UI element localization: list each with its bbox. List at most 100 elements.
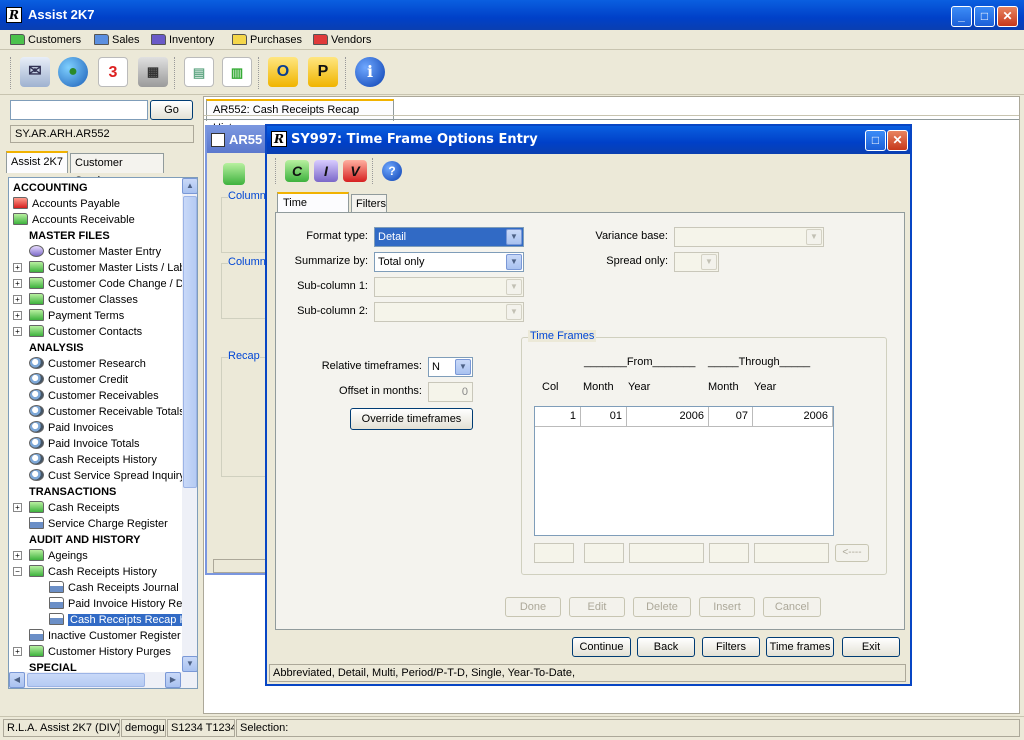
dialog-title-bar[interactable]: R SY997: Time Frame Options Entry □ ✕ <box>267 126 910 154</box>
tree-item[interactable]: Accounts Payable <box>13 196 120 212</box>
tree-item[interactable]: + Customer Classes <box>13 292 138 308</box>
format-type-select[interactable]: Detail ▼ <box>374 227 524 247</box>
dialog-maximize-button[interactable]: □ <box>865 130 886 151</box>
tree-item[interactable]: Accounts Receivable <box>13 212 135 228</box>
menu-inventory[interactable]: Inventory <box>149 32 214 48</box>
from-year-entry-input[interactable] <box>629 543 704 563</box>
expand-icon[interactable]: + <box>13 503 22 512</box>
from-month-entry-input[interactable] <box>584 543 624 563</box>
back-button[interactable]: Back <box>637 637 695 657</box>
tree-item[interactable]: Customer Receivable Totals <box>29 404 185 420</box>
search-input[interactable] <box>10 100 148 120</box>
tree-item[interactable]: Customer Master Entry <box>29 244 161 260</box>
expand-icon[interactable]: + <box>13 327 22 336</box>
continue-button[interactable]: Continue <box>572 637 631 657</box>
close-button[interactable]: ✕ <box>997 6 1018 27</box>
from-month-cell[interactable]: 01 <box>581 407 627 427</box>
exit-button[interactable]: Exit <box>842 637 900 657</box>
tree-item[interactable]: Paid Invoice History Rep <box>49 596 188 612</box>
globe-icon[interactable]: ● <box>58 57 88 87</box>
tree-item[interactable]: + Ageings <box>13 548 88 564</box>
tree-item[interactable]: Inactive Customer Register <box>29 628 181 644</box>
expand-icon[interactable]: + <box>13 279 22 288</box>
menu-customers[interactable]: Customers <box>8 32 81 48</box>
scroll-right-icon[interactable]: ▶ <box>165 672 181 688</box>
tree-item[interactable]: Paid Invoice Totals <box>29 436 140 452</box>
col-cell[interactable]: 1 <box>535 407 581 427</box>
tree-item[interactable]: Cash Receipts History <box>29 452 157 468</box>
variance-base-select[interactable]: ▼ <box>674 227 824 247</box>
report-icon[interactable]: ▥ <box>222 57 252 87</box>
tree-horizontal-scrollbar[interactable]: ◀ ▶ <box>9 672 197 688</box>
v-tool-icon[interactable]: V <box>343 160 367 182</box>
summarize-by-select[interactable]: Total only ▼ <box>374 252 524 272</box>
i-tool-icon[interactable]: I <box>314 160 338 182</box>
tab-ar552[interactable]: AR552: Cash Receipts Recap History <box>206 99 394 134</box>
tree-item[interactable]: Customer Research <box>29 356 146 372</box>
collapse-icon[interactable]: − <box>13 567 22 576</box>
thru-year-entry-input[interactable] <box>754 543 829 563</box>
go-button[interactable]: Go <box>150 100 193 120</box>
edit-button[interactable]: Edit <box>569 597 625 617</box>
expand-icon[interactable]: + <box>13 551 22 560</box>
scroll-up-icon[interactable]: ▲ <box>182 178 197 194</box>
expand-icon[interactable]: + <box>13 647 22 656</box>
tree-item[interactable]: + Payment Terms <box>13 308 124 324</box>
time-frames-button[interactable]: Time frames <box>766 637 834 657</box>
filters-button[interactable]: Filters <box>702 637 760 657</box>
timeframes-table[interactable]: 1 01 2006 07 2006 <box>534 406 834 536</box>
tree-item[interactable]: + Customer History Purges <box>13 644 171 660</box>
calculator-icon[interactable]: ▦ <box>138 57 168 87</box>
arrow-left-button[interactable]: <---- <box>835 544 869 562</box>
insert-button[interactable]: Insert <box>699 597 755 617</box>
menu-vendors[interactable]: Vendors <box>311 32 371 48</box>
tree-item[interactable]: − Cash Receipts History <box>13 564 157 580</box>
mail-icon[interactable]: ✉ <box>20 57 50 87</box>
tree-vertical-scrollbar[interactable]: ▲ ▼ <box>182 178 197 672</box>
delete-button[interactable]: Delete <box>633 597 691 617</box>
tree-item[interactable]: Cash Receipts Journal <box>49 580 179 596</box>
sub-column-2-select[interactable]: ▼ <box>374 302 524 322</box>
tree-item[interactable]: + Customer Master Lists / Lab <box>13 260 186 276</box>
tree-item[interactable]: + Customer Contacts <box>13 324 142 340</box>
expand-icon[interactable]: + <box>13 311 22 320</box>
help-icon[interactable]: ? <box>382 161 402 181</box>
cancel-row-button[interactable]: Cancel <box>763 597 821 617</box>
tree-item[interactable]: + Cash Receipts <box>13 500 120 516</box>
expand-icon[interactable]: + <box>13 295 22 304</box>
c-tool-icon[interactable]: C <box>285 160 309 182</box>
calendar-icon[interactable]: 3 <box>98 57 128 87</box>
hscroll-thumb[interactable] <box>27 673 145 687</box>
tree-item[interactable]: Customer Receivables <box>29 388 159 404</box>
maximize-button[interactable]: □ <box>974 6 995 27</box>
done-button[interactable]: Done <box>505 597 561 617</box>
expand-icon[interactable]: + <box>13 263 22 272</box>
scroll-left-icon[interactable]: ◀ <box>9 672 25 688</box>
tab-filters[interactable]: Filters <box>351 194 387 214</box>
col-entry-input[interactable] <box>534 543 574 563</box>
thru-month-cell[interactable]: 07 <box>709 407 753 427</box>
menu-sales[interactable]: Sales <box>92 32 140 48</box>
from-year-cell[interactable]: 2006 <box>627 407 709 427</box>
menu-purchases[interactable]: Purchases <box>230 32 302 48</box>
minimize-button[interactable]: _ <box>951 6 972 27</box>
thru-month-entry-input[interactable] <box>709 543 749 563</box>
scroll-down-icon[interactable]: ▼ <box>182 656 197 672</box>
tree-item[interactable]: Paid Invoices <box>29 420 113 436</box>
app-title-bar[interactable]: R Assist 2K7 _ □ ✕ <box>0 0 1024 30</box>
scroll-thumb[interactable] <box>183 196 197 488</box>
tab-assist-2k7[interactable]: Assist 2K7 <box>6 151 68 173</box>
tree-item[interactable]: Cash Receipts Recap H <box>49 612 190 628</box>
tree-item[interactable]: Customer Credit <box>29 372 128 388</box>
tab-time-frames[interactable]: Time Frames <box>277 192 349 227</box>
override-timeframes-button[interactable]: Override timeframes <box>350 408 473 430</box>
tab-customer-service[interactable]: Customer Service <box>70 153 164 187</box>
info-icon[interactable]: i <box>355 57 385 87</box>
tree-item[interactable]: Service Charge Register <box>29 516 168 532</box>
spread-only-select[interactable]: ▼ <box>674 252 719 272</box>
thru-year-cell[interactable]: 2006 <box>753 407 833 427</box>
offset-months-input[interactable]: 0 <box>428 382 473 402</box>
dialog-close-button[interactable]: ✕ <box>887 130 908 151</box>
outlook-icon[interactable]: O <box>268 57 298 87</box>
contact-card-icon[interactable]: ▤ <box>184 57 214 87</box>
